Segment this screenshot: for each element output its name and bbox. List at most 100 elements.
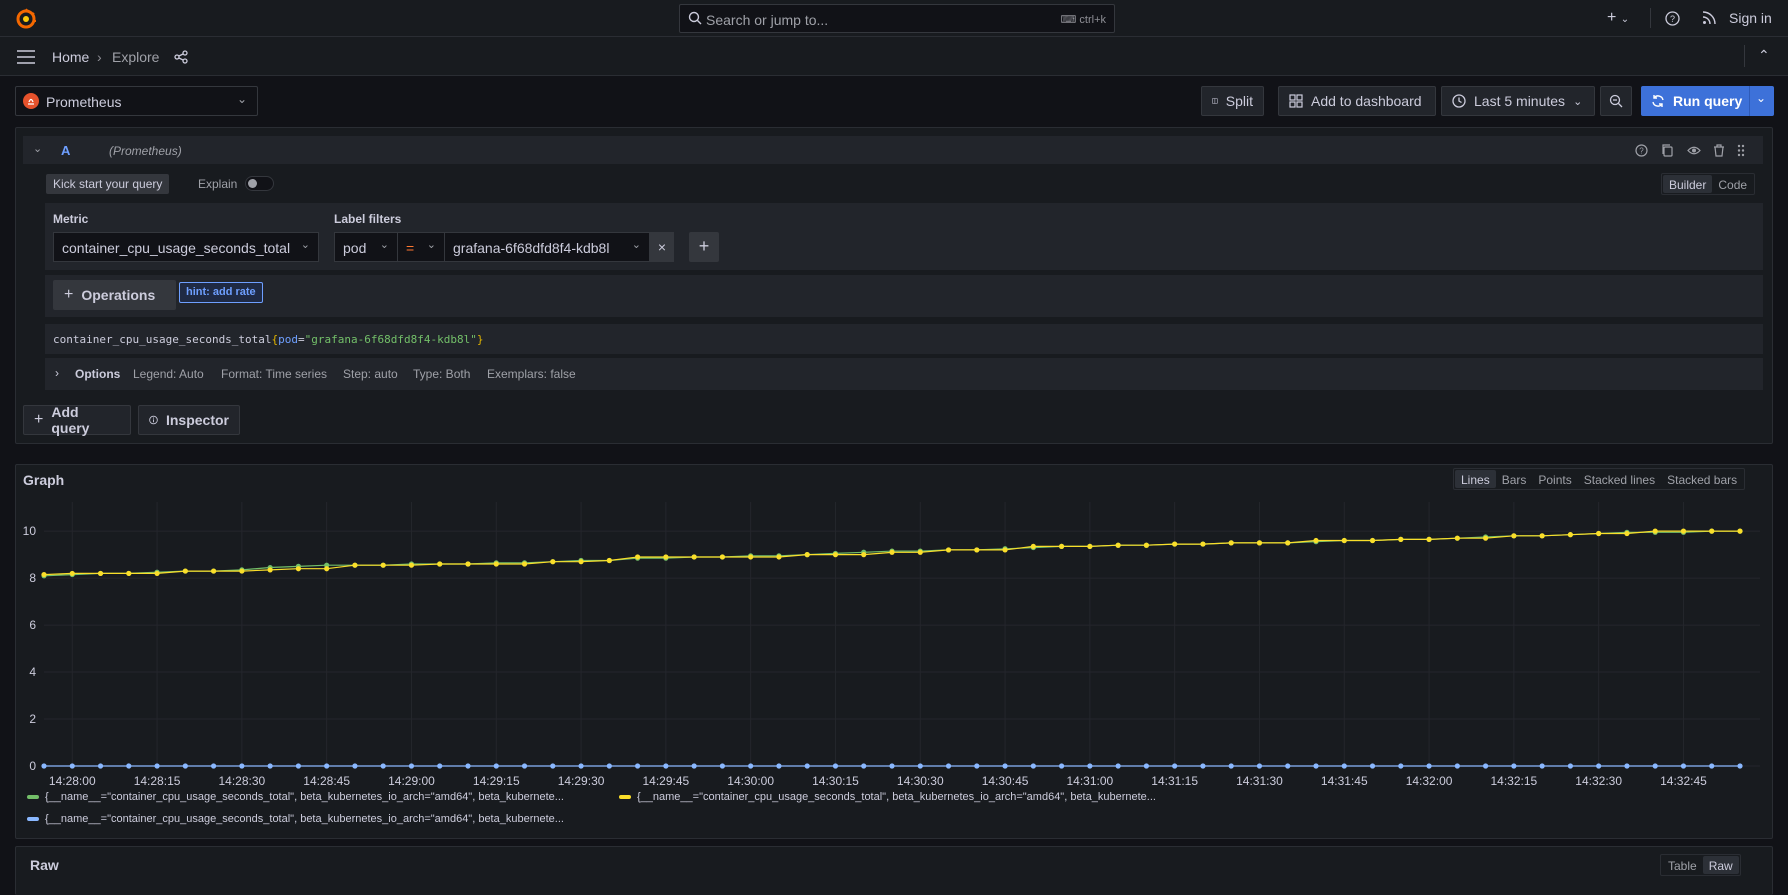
explain-toggle[interactable] [245, 176, 274, 191]
data-point [1285, 763, 1291, 769]
data-point [69, 570, 75, 577]
data-point [1624, 763, 1630, 769]
help-icon[interactable]: ? [1665, 11, 1680, 26]
data-point [380, 562, 386, 568]
raw-mode-switch[interactable]: Table Raw [1660, 854, 1741, 876]
data-point [1709, 763, 1715, 769]
sign-in-link[interactable]: Sign in [1729, 10, 1772, 26]
operations-button[interactable]: + Operations [53, 280, 176, 310]
add-filter-button[interactable]: + [689, 232, 719, 262]
split-button[interactable]: Split [1201, 86, 1264, 116]
search-shortcut-label: ctrl+k [1079, 14, 1106, 26]
kick-start-button[interactable]: Kick start your query [46, 174, 170, 194]
drag-handle-icon[interactable] [1737, 144, 1745, 157]
options-format: Format: Time series [221, 367, 328, 381]
menu-icon[interactable] [17, 50, 35, 64]
metric-value: container_cpu_usage_seconds_total [62, 240, 291, 256]
data-point [97, 570, 104, 577]
data-point [97, 763, 104, 769]
data-point [1398, 763, 1404, 769]
grafana-logo-icon[interactable] [15, 8, 37, 30]
options-row[interactable]: › Options Legend: Auto Format: Time seri… [45, 358, 1763, 390]
raw-mode-raw[interactable]: Raw [1702, 856, 1739, 874]
datasource-picker[interactable]: Prometheus ⌄ [15, 86, 258, 116]
data-point [69, 763, 75, 769]
graph-mode-lines[interactable]: Lines [1455, 470, 1496, 488]
legend-item[interactable]: {__name__="container_cpu_usage_seconds_t… [27, 813, 564, 825]
data-point [493, 763, 499, 769]
data-point [804, 552, 810, 558]
y-tick-label: 2 [29, 712, 36, 726]
time-series-chart[interactable]: 0 2 4 6 8 10 14:28:00 14:28:15 14:28:30 14:28:45… [16, 500, 1772, 792]
mode-code-button[interactable]: Code [1712, 175, 1753, 193]
divider [1749, 86, 1750, 116]
metric-select[interactable]: container_cpu_usage_seconds_total ⌄ [53, 232, 319, 262]
zoom-out-button[interactable] [1600, 86, 1632, 116]
graph-mode-stacked-lines[interactable]: Stacked lines [1578, 470, 1661, 488]
collapse-chevron-down-icon[interactable]: ⌄ [33, 142, 42, 155]
label-value-select[interactable]: grafana-6f68dfd8f4-kdb8l ⌄ [444, 232, 650, 262]
add-query-button[interactable]: + Add query [23, 404, 131, 436]
y-tick-label: 0 [29, 759, 36, 773]
data-point [1483, 535, 1489, 541]
run-query-options-chevron-icon[interactable]: ⌄ [1756, 91, 1766, 105]
legend-swatch [27, 817, 39, 822]
inspector-button[interactable]: Inspector [138, 405, 240, 435]
raw-mode-table[interactable]: Table [1662, 856, 1703, 874]
hint-add-rate-button[interactable]: hint: add rate [179, 282, 263, 303]
data-point [324, 763, 330, 769]
eye-icon[interactable] [1687, 144, 1701, 157]
editor-mode-switch[interactable]: Builder Code [1661, 173, 1756, 195]
remove-filter-button[interactable]: × [650, 232, 674, 262]
trash-icon[interactable] [1713, 144, 1725, 157]
legend-item[interactable]: {__name__="container_cpu_usage_seconds_t… [27, 791, 564, 803]
label-key-select[interactable]: pod ⌄ [334, 232, 398, 262]
chevron-right-icon: › [55, 366, 59, 380]
query-row-header: ⌄ A (Prometheus) ? [23, 136, 1763, 164]
data-point [239, 568, 245, 574]
data-point [663, 763, 669, 769]
legend-label: {__name__="container_cpu_usage_seconds_t… [45, 791, 564, 803]
data-point [1454, 535, 1460, 541]
graph-mode-stacked-bars[interactable]: Stacked bars [1661, 470, 1743, 488]
x-tick-label: 14:28:30 [219, 774, 266, 788]
chart-grid [44, 502, 1760, 767]
copy-icon[interactable] [1661, 144, 1674, 157]
collapse-chevron-up-icon[interactable]: ⌃ [1758, 47, 1770, 64]
label-value: grafana-6f68dfd8f4-kdb8l [453, 240, 610, 256]
keyboard-icon: ⌨ [1060, 14, 1080, 26]
run-query-button[interactable]: Run query ⌄ [1641, 86, 1774, 116]
label-operator-select[interactable]: = ⌄ [397, 232, 445, 262]
data-point [1002, 547, 1008, 553]
raw-panel [15, 846, 1773, 895]
new-menu-button[interactable]: + ⌄ [1607, 9, 1629, 27]
help-icon[interactable]: ? [1635, 144, 1648, 157]
options-type: Type: Both [413, 367, 471, 381]
graph-mode-bars[interactable]: Bars [1496, 470, 1533, 488]
data-point [1172, 541, 1178, 547]
search-input[interactable]: Search or jump to... ⌨ ctrl+k [679, 4, 1115, 33]
data-point [945, 547, 952, 553]
time-range-picker[interactable]: Last 5 minutes ⌄ [1441, 86, 1595, 116]
data-point [239, 763, 245, 769]
data-point [1115, 763, 1121, 769]
data-point [1087, 543, 1093, 550]
options-step: Step: auto [343, 367, 398, 381]
graph-mode-points[interactable]: Points [1532, 470, 1577, 488]
breadcrumb-home[interactable]: Home [52, 49, 89, 65]
label-operator-value: = [406, 240, 415, 256]
data-point [748, 554, 754, 560]
query-ref-id[interactable]: A [61, 143, 70, 158]
news-feed-icon[interactable] [1702, 11, 1716, 25]
add-to-dashboard-button[interactable]: Add to dashboard [1278, 86, 1436, 116]
datasource-name: Prometheus [46, 94, 122, 110]
mode-builder-button[interactable]: Builder [1663, 175, 1713, 193]
data-point [126, 570, 132, 577]
legend-item[interactable]: {__name__="container_cpu_usage_seconds_t… [619, 791, 1156, 803]
data-point [408, 562, 415, 568]
share-icon[interactable] [174, 50, 188, 64]
divider [1650, 8, 1651, 28]
data-point [974, 547, 980, 553]
graph-mode-switch[interactable]: Lines Bars Points Stacked lines Stacked … [1453, 468, 1746, 490]
data-point [1652, 528, 1658, 534]
